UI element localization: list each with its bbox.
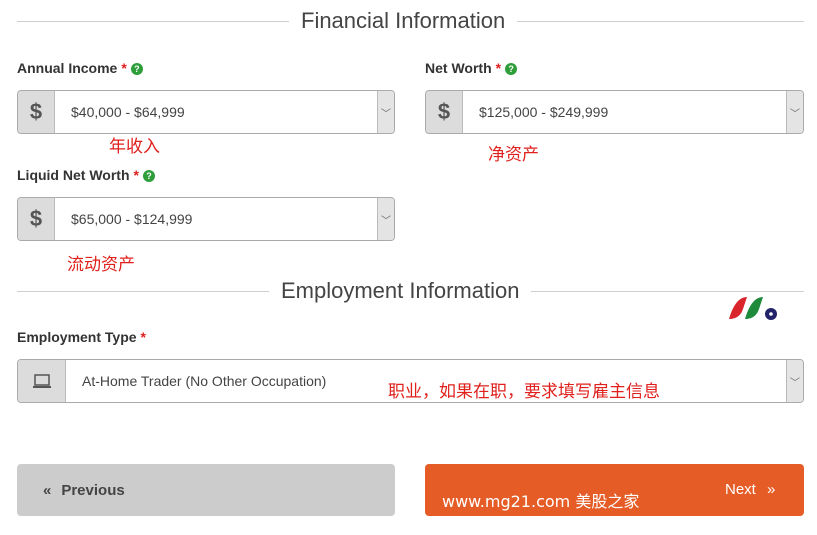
net-worth-annotation: 净资产 bbox=[488, 145, 539, 165]
liquid-net-worth-annotation: 流动资产 bbox=[67, 255, 135, 275]
chevron-down-icon[interactable]: ﹀ bbox=[377, 198, 394, 240]
employment-section-title: Employment Information bbox=[269, 277, 532, 305]
annual-income-label: Annual Income *? bbox=[17, 60, 143, 76]
next-button[interactable]: www.mg21.com 美股之家 Next » bbox=[425, 464, 804, 516]
net-worth-label-text: Net Worth bbox=[425, 60, 492, 76]
annual-income-value: $40,000 - $64,999 bbox=[71, 104, 185, 120]
annual-income-annotation: 年收入 bbox=[109, 137, 160, 157]
mg21-logo bbox=[729, 297, 777, 320]
chevron-down-icon[interactable]: ﹀ bbox=[377, 91, 394, 133]
required-marker: * bbox=[121, 60, 127, 76]
liquid-net-worth-select[interactable]: $ $65,000 - $124,999 ﹀ bbox=[17, 197, 395, 241]
financial-section-title: Financial Information bbox=[289, 7, 518, 35]
liquid-net-worth-value: $65,000 - $124,999 bbox=[71, 211, 193, 227]
watermark-text: www.mg21.com 美股之家 bbox=[442, 492, 640, 511]
employment-section-divider: Employment Information bbox=[17, 277, 804, 305]
dollar-icon: $ bbox=[18, 91, 55, 133]
chevron-down-icon[interactable]: ﹀ bbox=[786, 91, 803, 133]
employment-type-label-text: Employment Type bbox=[17, 329, 137, 345]
laptop-icon bbox=[18, 360, 66, 402]
employment-type-annotation: 职业，如果在职，要求填写雇主信息 bbox=[388, 382, 660, 402]
financial-section-divider: Financial Information bbox=[17, 7, 804, 35]
laptop-icon-svg bbox=[32, 374, 51, 388]
employment-type-label: Employment Type * bbox=[17, 329, 146, 345]
question-circle-icon[interactable]: ? bbox=[505, 63, 518, 75]
required-marker: * bbox=[495, 60, 502, 76]
annual-income-select[interactable]: $ $40,000 - $64,999 ﹀ bbox=[17, 90, 395, 134]
previous-button[interactable]: « Previous bbox=[17, 464, 395, 516]
next-label: Next bbox=[725, 481, 756, 498]
question-circle-icon[interactable]: ? bbox=[142, 170, 155, 182]
required-marker: * bbox=[133, 167, 139, 183]
dollar-icon: $ bbox=[426, 91, 463, 133]
question-circle-icon[interactable]: ? bbox=[130, 63, 143, 75]
liquid-net-worth-label: Liquid Net Worth *? bbox=[17, 167, 155, 183]
previous-label: Previous bbox=[61, 481, 125, 499]
dollar-icon: $ bbox=[18, 198, 55, 240]
double-chevron-right-icon: » bbox=[767, 481, 776, 498]
net-worth-select[interactable]: $ $125,000 - $249,999 ﹀ bbox=[425, 90, 804, 134]
liquid-net-worth-label-text: Liquid Net Worth bbox=[17, 167, 130, 183]
net-worth-label: Net Worth *? bbox=[425, 60, 518, 76]
double-chevron-left-icon: « bbox=[43, 481, 52, 499]
annual-income-label-text: Annual Income bbox=[17, 60, 118, 76]
required-marker: * bbox=[140, 329, 146, 345]
net-worth-value: $125,000 - $249,999 bbox=[479, 104, 609, 120]
chevron-down-icon[interactable]: ﹀ bbox=[786, 360, 803, 402]
